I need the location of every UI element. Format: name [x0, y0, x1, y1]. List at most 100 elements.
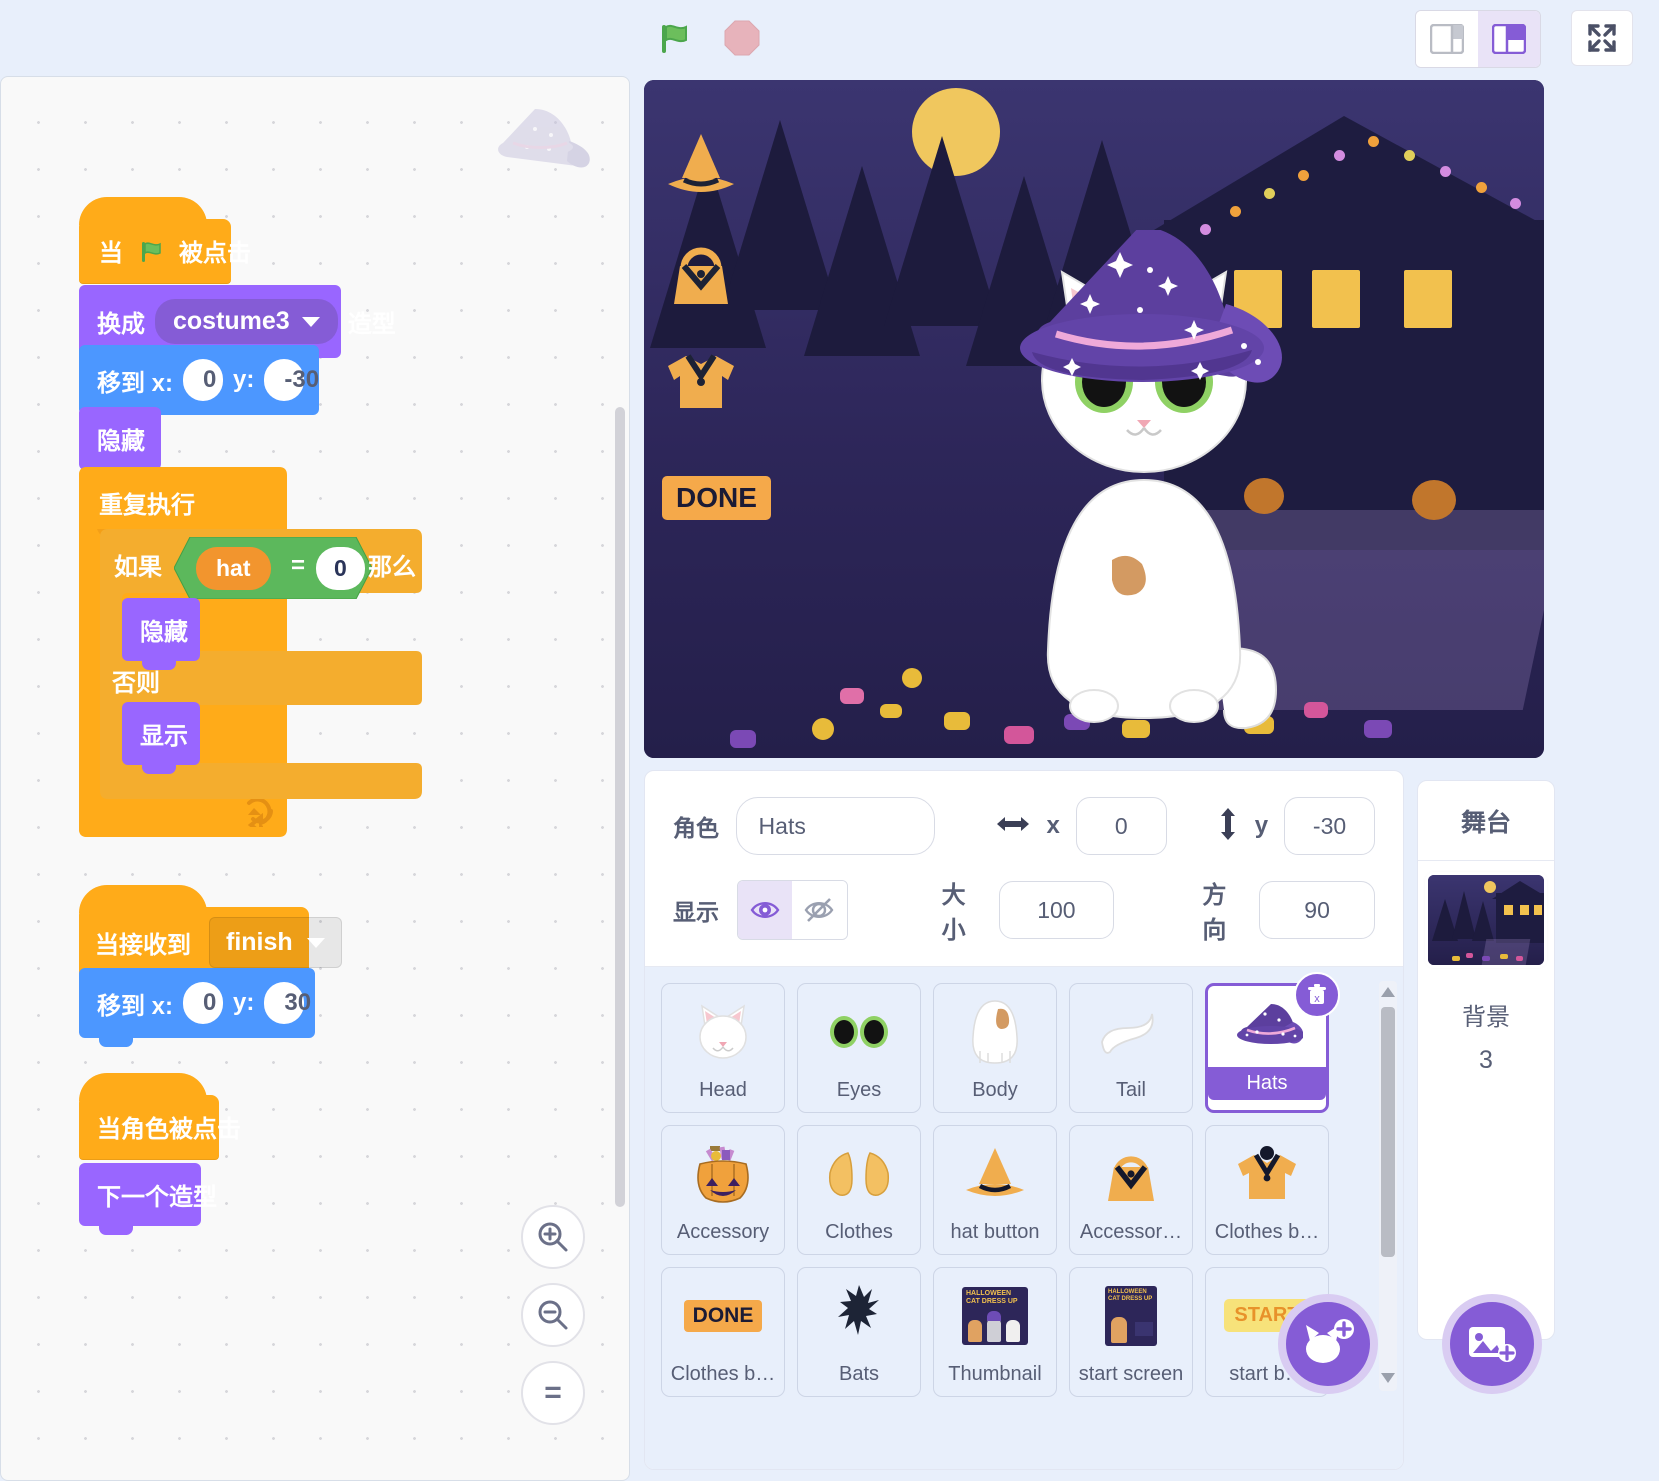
sprite-item-accessory-button[interactable]: Accessor…	[1069, 1125, 1193, 1255]
scroll-down-arrow-icon[interactable]	[1380, 1371, 1396, 1387]
sprite-item-tail[interactable]: Tail	[1069, 983, 1193, 1113]
goto-y-input-1[interactable]: -30	[264, 359, 319, 401]
small-stage-button[interactable]	[1416, 11, 1478, 67]
fullscreen-button[interactable]	[1571, 10, 1633, 66]
zoom-in-button[interactable]	[521, 1205, 585, 1269]
sprite-label: Hats	[1208, 1067, 1326, 1100]
large-stage-button[interactable]	[1478, 11, 1540, 67]
backdrop-count: 3	[1479, 1046, 1493, 1074]
block-next-costume[interactable]: 下一个造型	[79, 1163, 217, 1235]
cat-head-icon	[662, 984, 784, 1079]
svg-text:x: x	[1314, 993, 1320, 1005]
zoom-out-button[interactable]	[521, 1283, 585, 1347]
block-when-sprite-clicked[interactable]: 当角色被点击	[79, 1073, 241, 1160]
goto-y-input-2[interactable]: 30	[264, 982, 311, 1024]
add-backdrop-image-icon	[1467, 1321, 1517, 1368]
top-toolbar	[0, 0, 1659, 76]
costume-dropdown[interactable]: costume3	[155, 299, 338, 344]
run-controls	[650, 14, 766, 62]
sprite-direction-input[interactable]: 90	[1259, 881, 1375, 939]
stage-selector-panel[interactable]: 舞台 背景 3	[1417, 780, 1555, 1340]
costume-dropdown-value: costume3	[173, 307, 290, 335]
add-sprite-button[interactable]	[1278, 1294, 1378, 1394]
sprite-item-head[interactable]: Head	[661, 983, 785, 1113]
sprite-x-input[interactable]: 0	[1075, 797, 1167, 855]
sprite-item-hats[interactable]: x Hats	[1205, 972, 1340, 1113]
zoom-reset-button[interactable]: =	[521, 1361, 585, 1425]
block-when-flag-clicked[interactable]: 当 被点击	[79, 197, 251, 284]
cat-tail-icon	[1070, 984, 1192, 1079]
house-roof	[1144, 116, 1544, 236]
code-workspace[interactable]: 当 被点击 换成 costume3 造型 移到 x: 0 y: -30 隐藏 重…	[0, 76, 630, 1481]
stage-tool-icons	[662, 130, 740, 414]
horizontal-arrow-icon	[995, 813, 1031, 840]
scroll-up-arrow-icon[interactable]	[1380, 985, 1396, 1001]
sprite-scroll-thumb[interactable]	[1381, 1007, 1395, 1257]
sprite-label: Clothes b…	[670, 1363, 776, 1385]
block-hide-1[interactable]: 隐藏	[79, 407, 161, 479]
sprite-list[interactable]: Head Eyes Body Tail x Hats Accessory Clo…	[645, 967, 1403, 1469]
sprite-item-start-screen[interactable]: HALLOWEEN CAT DRESS UP start screen	[1069, 1267, 1193, 1397]
goto-x-input-2[interactable]: 0	[183, 982, 224, 1024]
stage-area[interactable]: DONE	[644, 80, 1544, 758]
stage-thumbnail-box[interactable]	[1418, 861, 1554, 965]
accessory-bag-icon[interactable]	[662, 236, 740, 308]
sprite-x-label: x	[1046, 812, 1060, 839]
add-sprite-cat-icon	[1302, 1318, 1354, 1370]
clothes-shirt-icon[interactable]	[662, 342, 740, 414]
block-goto-xy-1[interactable]: 移到 x: 0 y: -30	[79, 345, 319, 424]
cat-sprite[interactable]	[944, 226, 1282, 730]
block-show[interactable]: 显示	[122, 702, 200, 774]
sprite-size-input[interactable]: 100	[998, 881, 1115, 939]
sprite-list-scrollbar[interactable]	[1379, 981, 1397, 1391]
sprite-item-bats[interactable]: Bats	[797, 1267, 921, 1397]
sprite-item-accessory[interactable]: Accessory	[661, 1125, 785, 1255]
stop-button[interactable]	[718, 14, 766, 62]
delete-sprite-button[interactable]: x	[1294, 972, 1340, 1018]
message-dropdown[interactable]: finish	[209, 917, 342, 968]
block-text-when-receive: 当接收到	[95, 932, 191, 959]
sprite-item-done-button[interactable]: DONE Clothes b…	[661, 1267, 785, 1397]
hat-icon[interactable]	[662, 130, 740, 202]
green-flag-button[interactable]	[650, 14, 698, 62]
code-vertical-scrollbar[interactable]	[615, 407, 625, 1207]
witch-hat-watermark-icon	[477, 105, 595, 179]
goto-x-input-1[interactable]: 0	[183, 359, 224, 401]
sprite-y-label: y	[1254, 812, 1269, 839]
sprite-item-thumbnail[interactable]: HALLOWEEN CAT DRESS UP Thumbnail	[933, 1267, 1057, 1397]
block-text-when-sprite-clicked: 当角色被点击	[97, 1116, 241, 1143]
sprite-label: Accessory	[676, 1221, 770, 1243]
sprite-item-clothes-button[interactable]: Clothes b…	[1205, 1125, 1329, 1255]
sprite-item-body[interactable]: Body	[933, 983, 1057, 1113]
sprite-item-hat-button[interactable]: hat button	[933, 1125, 1057, 1255]
wings-icon	[798, 1126, 920, 1221]
hat-button-icon	[934, 1126, 1056, 1221]
sprite-info-row-2: 显示 大小 100 方向 90	[673, 875, 1375, 945]
hide-sprite-button[interactable]	[792, 881, 847, 939]
block-goto-xy-2[interactable]: 移到 x: 0 y: 30	[79, 968, 315, 1047]
sprite-item-eyes[interactable]: Eyes	[797, 983, 921, 1113]
block-hide-2[interactable]: 隐藏	[122, 598, 200, 670]
block-equals-operator[interactable]: hat = 0	[174, 537, 372, 599]
sprite-y-input[interactable]: -30	[1284, 797, 1375, 855]
stage-size-controls	[1415, 10, 1541, 68]
sprite-label: Head	[699, 1079, 747, 1101]
zoom-reset-label: =	[544, 1376, 562, 1409]
equals-right-input[interactable]: 0	[316, 547, 365, 590]
sprite-item-clothes[interactable]: Clothes	[797, 1125, 921, 1255]
add-backdrop-button[interactable]	[1442, 1294, 1542, 1394]
vertical-arrow-icon	[1217, 806, 1239, 847]
sprite-info-row-1: 角色 Hats x 0 y -30	[673, 797, 1375, 855]
bat-icon	[798, 1268, 920, 1363]
done-button[interactable]: DONE	[662, 476, 771, 520]
sprite-name-input[interactable]: Hats	[735, 797, 935, 855]
message-dropdown-value: finish	[226, 928, 293, 956]
variable-hat[interactable]: hat	[196, 547, 271, 590]
green-flag-icon	[137, 237, 165, 265]
pumpkin-basket-icon	[662, 1126, 784, 1221]
sprite-label: hat button	[950, 1221, 1040, 1243]
pumpkin-icon	[1412, 480, 1456, 520]
show-sprite-button[interactable]	[737, 881, 793, 939]
loop-arrow-icon	[245, 797, 279, 838]
block-text-hide-2: 隐藏	[140, 619, 188, 646]
